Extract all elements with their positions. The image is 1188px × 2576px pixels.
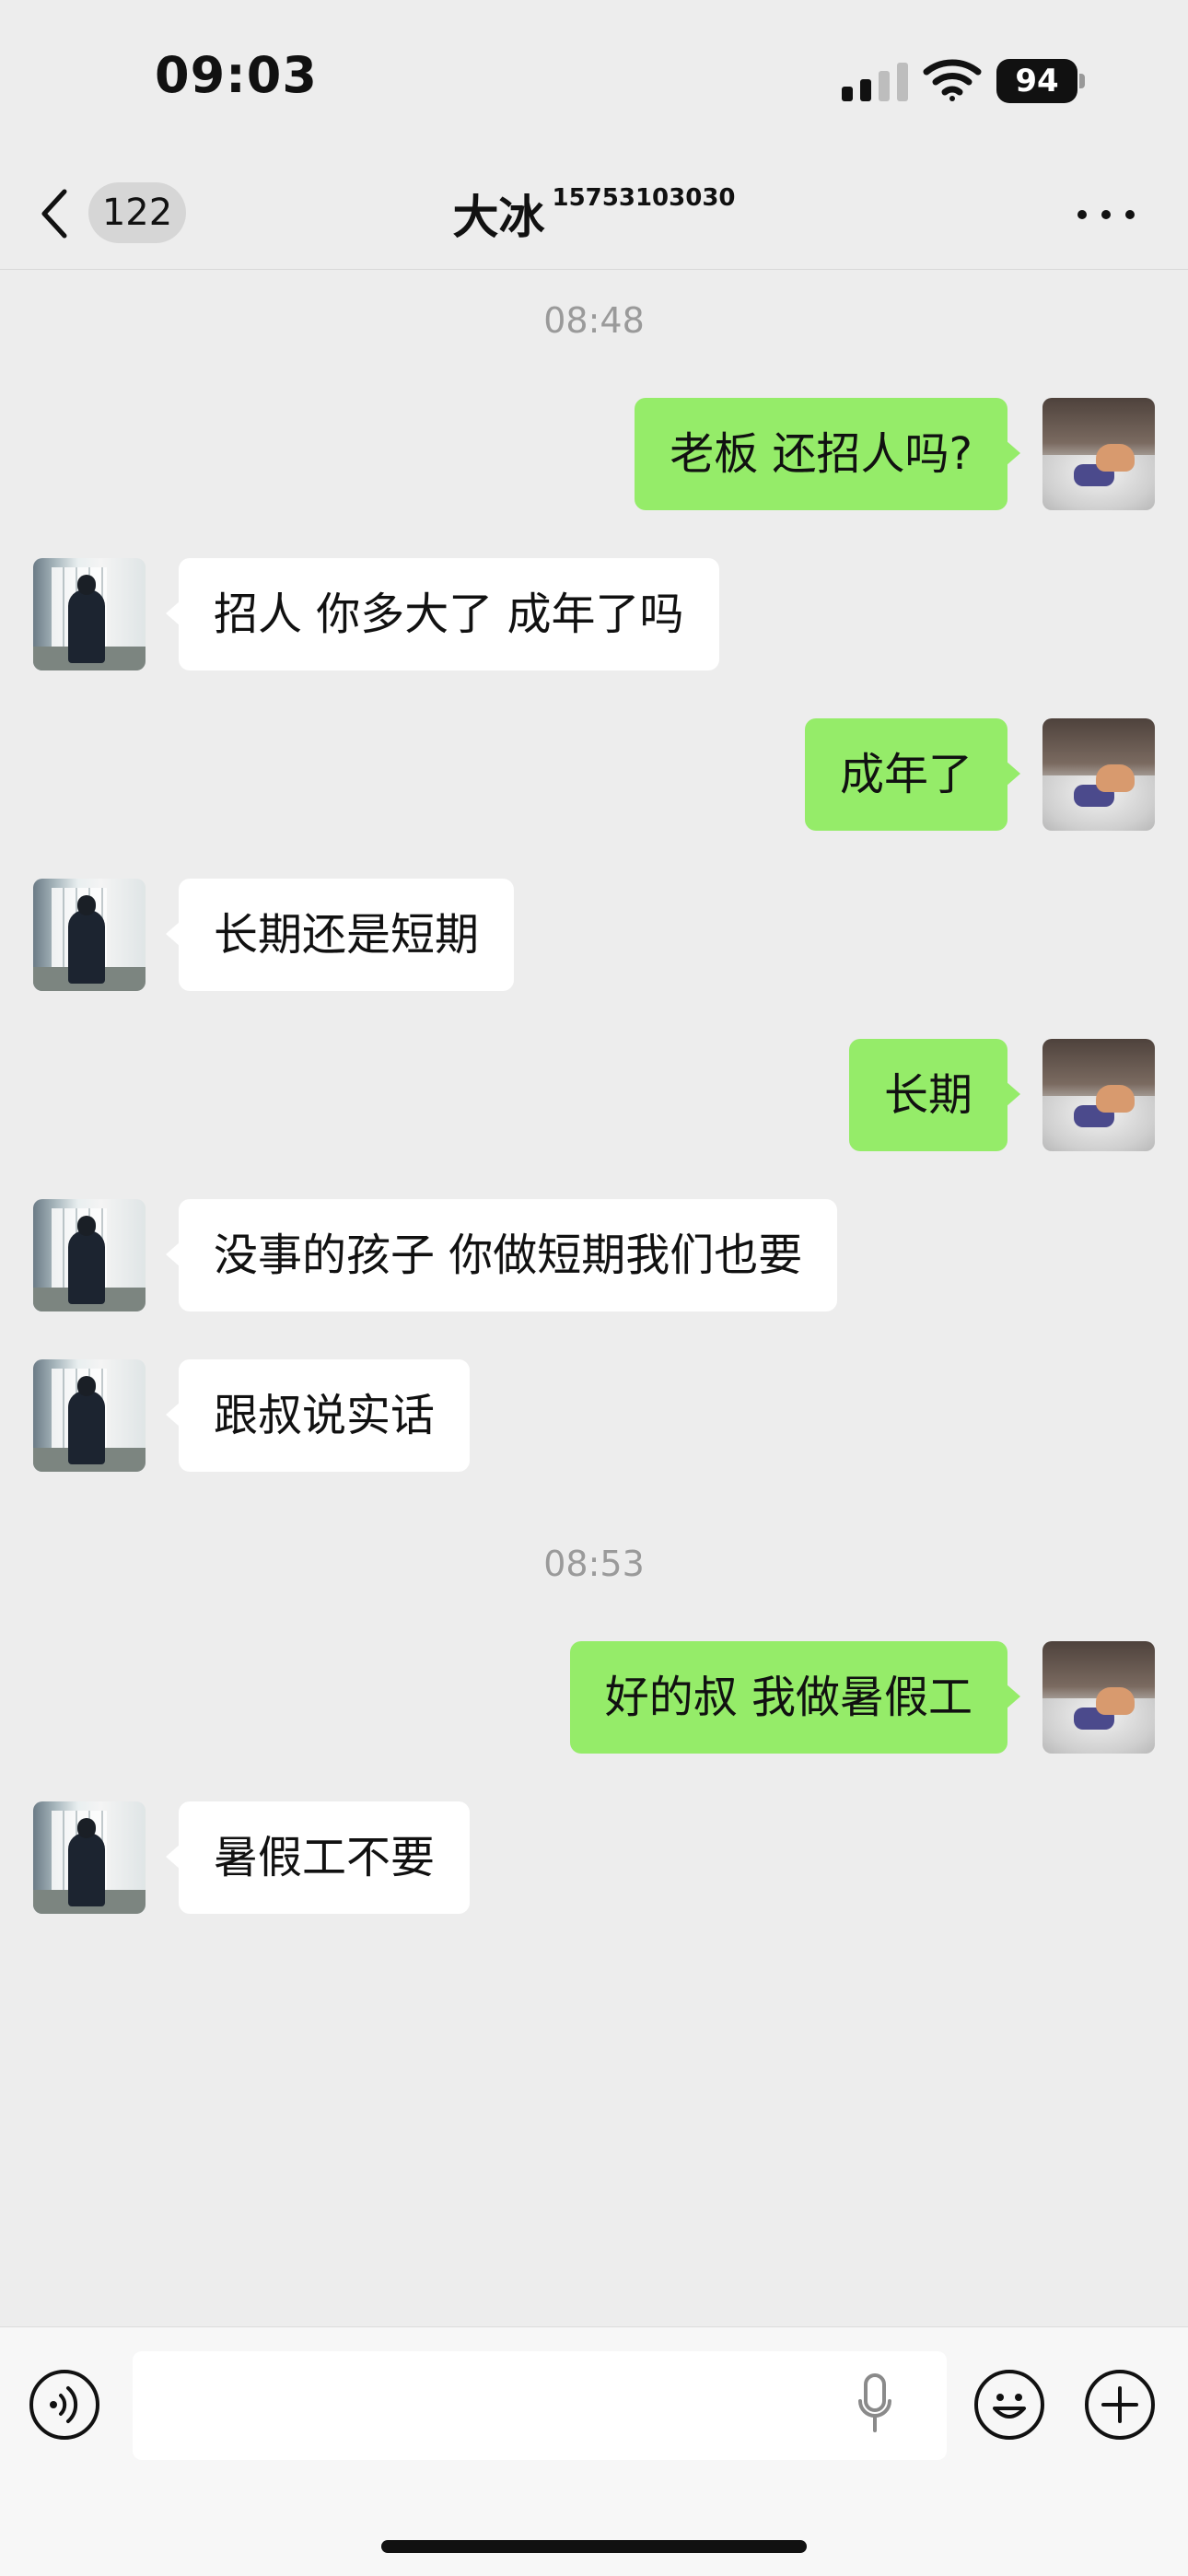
contact-avatar[interactable]: [33, 558, 146, 670]
wifi-icon: [923, 59, 982, 101]
message-bubble-sent[interactable]: 老板 还招人吗?: [635, 398, 1020, 510]
battery-icon: 94: [996, 59, 1085, 103]
emoji-icon: [993, 2394, 1026, 2419]
battery-level: 94: [1015, 63, 1059, 99]
message-bubble-received[interactable]: 长期还是短期: [165, 879, 515, 991]
more-options-button[interactable]: [1077, 193, 1142, 236]
my-avatar[interactable]: [1042, 398, 1155, 510]
voice-icon: [50, 2386, 78, 2423]
plus-icon: [1101, 2386, 1138, 2423]
my-avatar[interactable]: [1042, 718, 1155, 831]
contact-avatar[interactable]: [33, 1801, 146, 1914]
message-bubble-sent[interactable]: 长期: [848, 1039, 1021, 1151]
message-input-bar: [0, 2326, 1188, 2576]
message-bubble-received[interactable]: 暑假工不要: [165, 1801, 471, 1914]
voice-mode-button[interactable]: [29, 2370, 99, 2440]
my-avatar[interactable]: [1042, 1641, 1155, 1754]
home-indicator[interactable]: [381, 2540, 807, 2553]
contact-avatar[interactable]: [33, 1359, 146, 1472]
message-bubble-received[interactable]: 没事的孩子 你做短期我们也要: [165, 1199, 838, 1311]
chat-header: 122 大冰 15753103030: [0, 157, 1188, 270]
contact-avatar[interactable]: [33, 879, 146, 991]
cellular-signal-icon: [842, 63, 908, 101]
timestamp: 08:53: [543, 1544, 645, 1584]
my-avatar[interactable]: [1042, 1039, 1155, 1151]
more-dots-icon: [1077, 210, 1087, 219]
contact-phone: 15753103030: [552, 184, 736, 212]
more-functions-button[interactable]: [1085, 2370, 1155, 2440]
message-bubble-received[interactable]: 跟叔说实话: [165, 1359, 471, 1472]
status-time: 09:03: [155, 46, 318, 104]
message-bubble-received[interactable]: 招人 你多大了 成年了吗: [166, 558, 719, 670]
chat-title[interactable]: 大冰 15753103030: [0, 181, 1188, 247]
emoji-button[interactable]: [974, 2370, 1044, 2440]
message-bubble-sent[interactable]: 好的叔 我做暑假工: [569, 1641, 1021, 1754]
status-bar: 09:03 94: [0, 0, 1188, 157]
timestamp: 08:48: [543, 300, 645, 341]
contact-avatar[interactable]: [33, 1199, 146, 1311]
message-text-input[interactable]: [133, 2351, 947, 2460]
contact-name: 大冰: [452, 191, 545, 244]
microphone-icon[interactable]: [856, 2373, 893, 2438]
message-bubble-sent[interactable]: 成年了: [804, 718, 1021, 831]
